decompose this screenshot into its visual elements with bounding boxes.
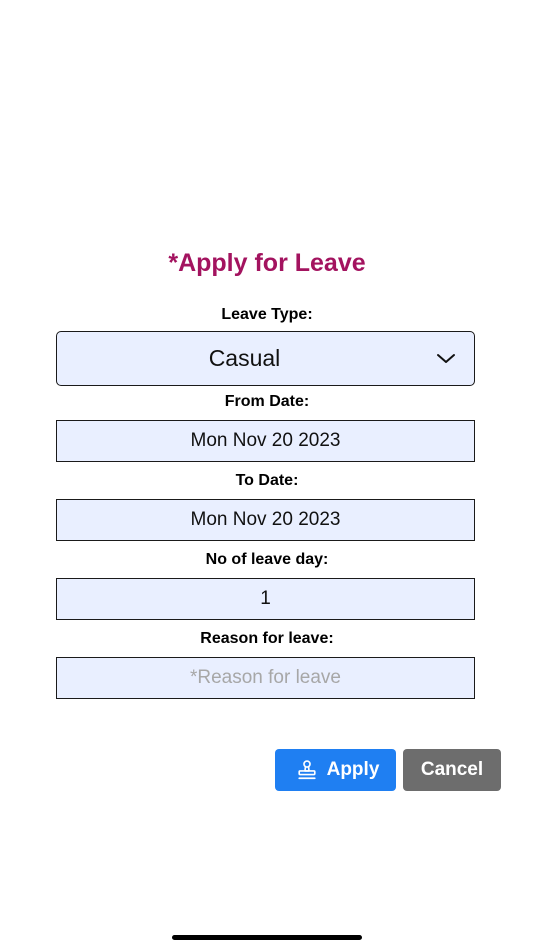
stamp-icon bbox=[297, 760, 316, 780]
leave-days-label: No of leave day: bbox=[205, 551, 329, 568]
leave-days-field[interactable]: 1 bbox=[56, 578, 475, 620]
from-date-label: From Date: bbox=[224, 393, 310, 410]
reason-label: Reason for leave: bbox=[200, 630, 334, 647]
reason-placeholder: *Reason for leave bbox=[189, 667, 342, 688]
cancel-label: Cancel bbox=[420, 759, 484, 780]
reason-input[interactable]: *Reason for leave bbox=[56, 657, 475, 699]
to-date-label: To Date: bbox=[235, 472, 299, 489]
from-date-value: Mon Nov 20 2023 bbox=[190, 430, 341, 451]
chevron-down-icon bbox=[437, 354, 455, 363]
leave-days-value: 1 bbox=[260, 588, 271, 609]
cancel-button[interactable]: Cancel bbox=[403, 749, 501, 791]
apply-button[interactable]: Apply bbox=[275, 749, 396, 791]
form-title: *Apply for Leave bbox=[168, 249, 366, 277]
leave-type-value: Casual bbox=[208, 345, 281, 371]
from-date-field[interactable]: Mon Nov 20 2023 bbox=[56, 420, 475, 462]
to-date-value: Mon Nov 20 2023 bbox=[190, 509, 341, 530]
to-date-field[interactable]: Mon Nov 20 2023 bbox=[56, 499, 475, 541]
home-indicator[interactable] bbox=[172, 935, 362, 940]
leave-type-label: Leave Type: bbox=[221, 306, 313, 323]
leave-type-select[interactable]: Casual bbox=[56, 331, 475, 386]
apply-label: Apply bbox=[326, 759, 380, 780]
